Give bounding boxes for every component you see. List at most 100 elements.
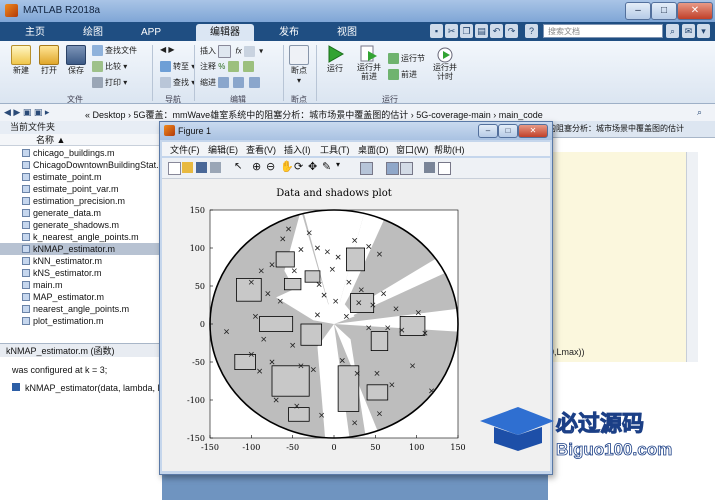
search-input[interactable]: 搜索文档 — [543, 24, 663, 38]
rotate-icon[interactable]: ⟳ — [294, 160, 303, 173]
search-folder-icon[interactable]: ⌕ — [697, 107, 702, 118]
nav-back-forward[interactable]: ◀ ▶ — [160, 45, 175, 54]
redo-icon[interactable]: ↷ — [505, 24, 518, 38]
indent-button[interactable]: 缩进 — [200, 77, 262, 89]
paste-icon[interactable]: ▤ — [475, 24, 488, 38]
file-list-item[interactable]: estimate_point.m — [0, 171, 162, 183]
command-window[interactable]: was configured at k = 3; kNMAP_estimator… — [0, 357, 162, 500]
file-name: estimation_precision.m — [33, 196, 126, 206]
matlab-logo-icon — [5, 4, 18, 17]
comment-button[interactable]: 注释 % — [200, 61, 256, 73]
file-list-item[interactable]: plot_estimation.m — [0, 315, 162, 327]
file-list-item[interactable]: kNS_estimator.m — [0, 267, 162, 279]
uncomment-icon — [227, 61, 239, 73]
file-list-item[interactable]: main.m — [0, 279, 162, 291]
maximize-button[interactable]: □ — [651, 2, 677, 20]
open-button[interactable]: 打开 — [36, 45, 62, 76]
run-and-advance-button[interactable]: 运行并 前进 — [354, 45, 384, 81]
menu-tools[interactable]: 工具(T) — [320, 143, 350, 156]
figure-minimize-button[interactable]: – — [478, 124, 498, 138]
run-and-time-button[interactable]: 运行并 计时 — [430, 45, 460, 81]
new-button[interactable]: 新建 — [8, 45, 34, 76]
file-list-item[interactable]: k_nearest_angle_points.m — [0, 231, 162, 243]
menu-window[interactable]: 窗口(W) — [396, 143, 429, 156]
pointer-icon[interactable]: ↖ — [234, 161, 242, 172]
undo-icon[interactable]: ↶ — [490, 24, 503, 38]
zoom-in-icon[interactable]: ⊕ — [252, 160, 261, 173]
building — [300, 323, 323, 346]
cut-icon[interactable]: ✂ — [445, 24, 458, 38]
save-figure-icon[interactable] — [196, 162, 207, 173]
expand-icon[interactable]: ▾ — [697, 24, 710, 38]
figure-maximize-button[interactable]: □ — [498, 124, 518, 138]
run-section-button[interactable]: 运行节 — [388, 53, 425, 65]
colorbar-icon[interactable] — [386, 162, 399, 175]
link-plot-icon[interactable] — [360, 162, 373, 175]
tab-plots[interactable]: 绘图 — [66, 24, 120, 41]
name-column-header[interactable]: 名称 ▲ — [0, 134, 162, 146]
data-cursor-icon[interactable]: ✥ — [308, 160, 317, 173]
run-button[interactable]: 运行 — [322, 45, 348, 74]
save-disk-icon — [66, 45, 86, 65]
file-list-item[interactable]: estimation_precision.m — [0, 195, 162, 207]
new-figure-icon[interactable] — [168, 162, 181, 175]
building — [284, 278, 302, 291]
insert-icon — [218, 45, 232, 58]
current-path[interactable]: « Desktop › 5G覆盖：mmWave雄室系统中的阻塞分析：城市场景中覆… — [85, 108, 543, 121]
menu-desktop[interactable]: 桌面(D) — [358, 143, 389, 156]
print-figure-icon[interactable] — [210, 162, 221, 173]
find-button[interactable]: 查找 ▾ — [160, 77, 195, 89]
figure-title-bar[interactable]: Figure 1 – □ ✕ — [160, 122, 552, 140]
file-list-item[interactable]: generate_shadows.m — [0, 219, 162, 231]
menu-edit[interactable]: 编辑(E) — [208, 143, 238, 156]
menu-view[interactable]: 查看(V) — [246, 143, 276, 156]
search-icon[interactable]: ⌕ — [666, 24, 679, 38]
file-list-item[interactable]: ChicagoDowntownBuildingStat... — [0, 159, 162, 171]
show-tools-icon[interactable] — [438, 162, 451, 175]
figure-close-button[interactable]: ✕ — [518, 124, 548, 138]
zoom-out-icon[interactable]: ⊖ — [266, 160, 275, 173]
goto-button[interactable]: 转至 ▾ — [160, 61, 195, 73]
editor-scrollbar[interactable] — [686, 152, 698, 362]
tab-editor[interactable]: 编辑器 — [196, 24, 254, 41]
tab-view[interactable]: 视图 — [320, 24, 374, 41]
y-tick-label: 50 — [195, 282, 205, 291]
menu-insert[interactable]: 插入(I) — [284, 143, 311, 156]
file-list-item[interactable]: kNN_estimator.m — [0, 255, 162, 267]
legend-icon[interactable] — [400, 162, 413, 175]
brush-icon[interactable]: ✎ — [322, 160, 331, 173]
open-file-icon[interactable] — [182, 162, 193, 173]
file-list-item[interactable]: kNMAP_estimator.m — [0, 243, 162, 255]
tab-publish[interactable]: 发布 — [262, 24, 316, 41]
matlab-window: MATLAB R2018a – □ ✕ 主页 绘图 APP 编辑器 发布 视图 … — [0, 0, 715, 500]
insert-button[interactable]: 插入 fx ▾ — [200, 45, 263, 58]
menu-help[interactable]: 帮助(H) — [434, 143, 465, 156]
hide-tools-icon[interactable] — [424, 162, 435, 173]
help-icon[interactable]: ? — [525, 24, 538, 38]
nav-buttons[interactable]: ◀ ▶ ▣ ▣ ▸ — [4, 107, 49, 118]
save-icon[interactable]: ▪ — [430, 24, 443, 38]
breakpoints-button[interactable]: 断点 ▾ — [287, 45, 311, 85]
compare-button[interactable]: 比较 ▾ — [92, 61, 127, 73]
print-button[interactable]: 打印 ▾ — [92, 77, 127, 89]
file-list-item[interactable]: generate_data.m — [0, 207, 162, 219]
menu-file[interactable]: 文件(F) — [170, 143, 200, 156]
tab-apps[interactable]: APP — [124, 24, 178, 41]
close-button[interactable]: ✕ — [677, 2, 713, 20]
advance-button[interactable]: 前进 — [388, 69, 417, 81]
current-folder-panel: 当前文件夹 名称 ▲ chicago_buildings.m ChicagoDow… — [0, 121, 163, 343]
file-list-item[interactable]: estimate_point_var.m — [0, 183, 162, 195]
save-button[interactable]: 保存 — [63, 45, 89, 76]
find-files-button[interactable]: 查找文件 — [92, 45, 137, 57]
pan-icon[interactable]: ✋ — [280, 160, 294, 173]
building — [350, 293, 375, 313]
file-list-item[interactable]: nearest_angle_points.m — [0, 303, 162, 315]
brush-dropdown-icon[interactable]: ▾ — [336, 160, 340, 169]
editor-tab[interactable]: 的阻塞分析：城市场景中覆盖图的估计 — [548, 121, 715, 138]
copy-icon[interactable]: ❐ — [460, 24, 473, 38]
file-list-item[interactable]: MAP_estimator.m — [0, 291, 162, 303]
file-list-item[interactable]: chicago_buildings.m — [0, 147, 162, 159]
tab-home[interactable]: 主页 — [8, 24, 62, 41]
minimize-button[interactable]: – — [625, 2, 651, 20]
notification-icon[interactable]: ✉ — [682, 24, 695, 38]
